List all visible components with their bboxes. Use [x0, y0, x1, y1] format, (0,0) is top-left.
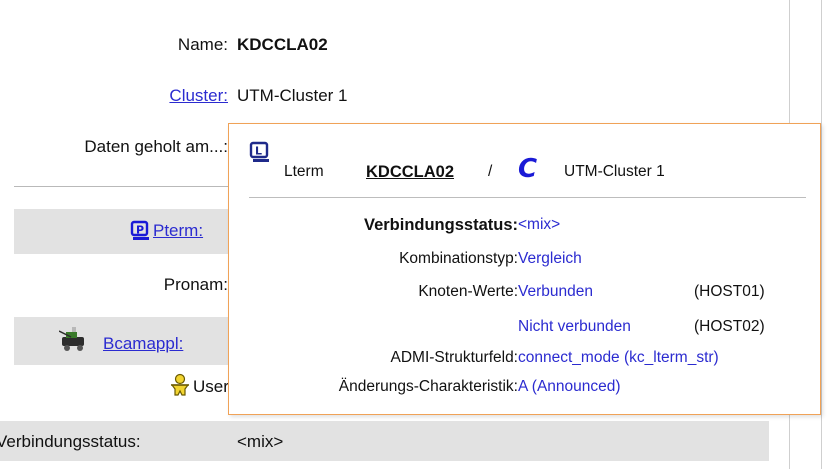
daten-geholt-label: Daten geholt am...: — [84, 137, 228, 156]
pterm-icon: P — [130, 220, 152, 247]
popup-knoten-status-2: Nicht verbunden — [518, 318, 631, 335]
cluster-link[interactable]: Cluster: — [169, 85, 228, 107]
popup-type-label: Lterm — [284, 163, 324, 180]
svg-text:P: P — [136, 224, 144, 237]
cluster-c-icon: C — [518, 154, 538, 184]
popup-aenderungs-charakteristik-label: Änderungs-Charakteristik: — [338, 378, 518, 395]
bcamappl-icon — [58, 327, 89, 358]
popup-header: L Lterm KDCCLA02 / C UTM-Cluster 1 — [229, 124, 820, 194]
popup-cluster-name: UTM-Cluster 1 — [564, 163, 665, 180]
user-icon — [169, 373, 191, 404]
pronam-label: Pronam: — [163, 275, 228, 294]
cluster-value: UTM-Cluster 1 — [237, 86, 348, 105]
lterm-info-popup: L Lterm KDCCLA02 / C UTM-Cluster 1 Verbi… — [228, 123, 821, 415]
popup-knoten-host-1: (HOST01) — [694, 283, 765, 300]
name-label: Name: — [177, 35, 228, 54]
name-value: KDCCLA02 — [237, 35, 328, 54]
verbindungsstatus-label: Verbindungsstatus: — [0, 432, 141, 451]
popup-verbindungsstatus-value: <mix> — [518, 216, 561, 233]
popup-kombinationstyp-label: Kombinationstyp: — [399, 250, 518, 267]
bcamappl-link[interactable]: Bcamappl: — [103, 333, 183, 355]
verbindungsstatus-value: <mix> — [237, 432, 284, 451]
popup-slash: / — [488, 163, 493, 180]
popup-separator — [249, 197, 806, 198]
popup-lterm-name: KDCCLA02 — [366, 163, 455, 181]
section-separator — [14, 186, 228, 187]
popup-knoten-host-2: (HOST02) — [694, 318, 765, 335]
popup-verbindungsstatus-label: Verbindungsstatus: — [363, 216, 518, 234]
pterm-link[interactable]: Pterm: — [153, 220, 203, 242]
lterm-icon: L — [249, 141, 273, 170]
popup-knoten-status-1: Verbunden — [518, 283, 593, 300]
popup-aenderungs-charakteristik-value: A (Announced) — [518, 378, 621, 395]
popup-admi-strukturfeld-value: connect_mode (kc_lterm_str) — [518, 349, 719, 366]
popup-knoten-werte-label: Knoten-Werte: — [418, 283, 518, 300]
right-divider-2 — [821, 0, 822, 469]
popup-kombinationstyp-value: Vergleich — [518, 250, 582, 267]
svg-text:L: L — [255, 145, 262, 158]
popup-admi-strukturfeld-label: ADMI-Strukturfeld: — [390, 349, 518, 366]
